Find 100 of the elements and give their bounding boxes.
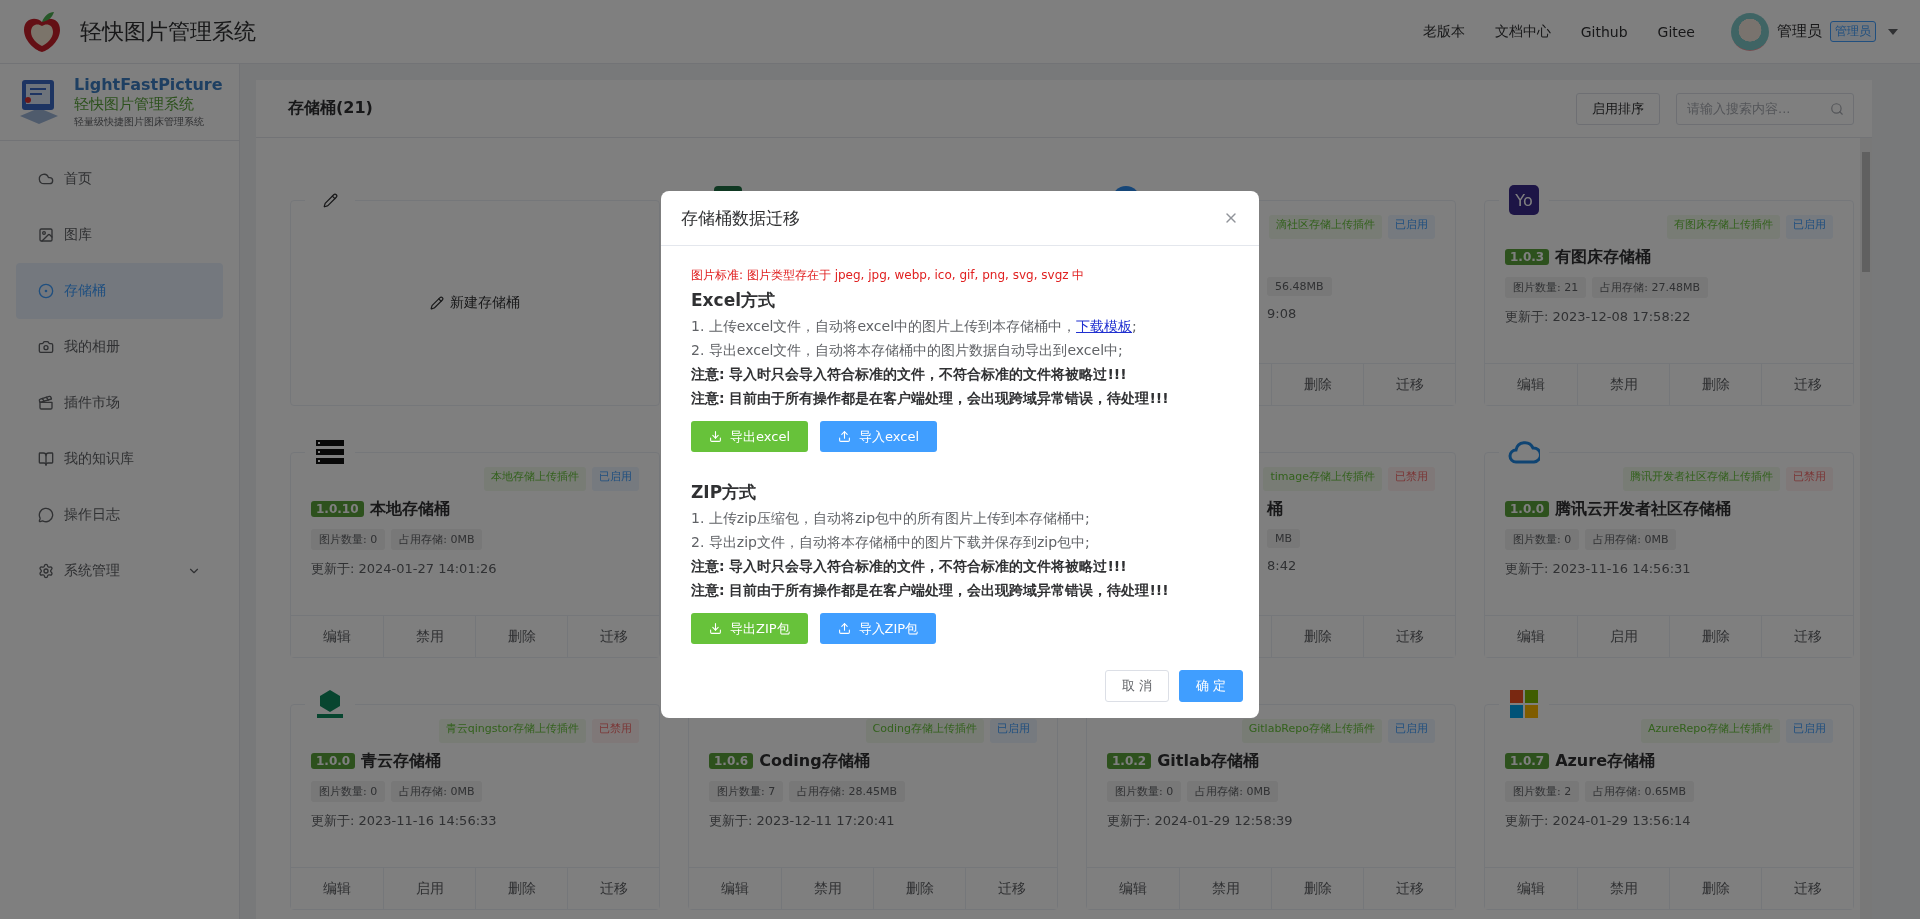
avatar[interactable] [1731,12,1769,51]
bucket-name: Coding存储桶 [759,750,870,772]
plugin-tag: 本地存储上传插件 [484,467,586,491]
bucket-name: Azure存储桶 [1555,750,1655,772]
updated-time: 8:42 [1267,558,1298,573]
pencil-icon [430,296,444,310]
card-logo: Yo [1509,185,1539,215]
plugin-tag: Coding存储上传插件 [865,719,984,743]
export-button[interactable]: 导出excel [691,421,808,452]
header-link[interactable]: Gitee [1657,23,1695,40]
status-tag: 已启用 [1388,719,1435,743]
instruction-text: 2. 导出zip文件，自动将本存储桶中的图片下载并保存到zip包中; [691,533,1091,552]
warning-text: 注意: 目前由于所有操作都是在客户端处理，会出现跨域异常错误，待处理!!! [691,389,1170,408]
sidebar-item[interactable]: 图库 [16,207,223,263]
bucket-name: 桶 [1267,498,1283,520]
server-icon [316,440,344,464]
export-button[interactable]: 导出ZIP包 [691,613,808,644]
hexagon-icon [317,690,343,718]
new-bucket-button[interactable]: 新建存储桶 [424,293,526,313]
pencil-icon [322,192,338,208]
card-action-button[interactable]: 迁移 [1761,616,1853,657]
card-action-button[interactable]: 迁移 [1761,364,1853,405]
header-link[interactable]: 文档中心 [1494,22,1551,41]
bucket-name: 青云存储桶 [361,750,442,772]
status-tag: 已启用 [1786,215,1833,239]
version-badge: 1.0.10 [311,501,364,517]
card-action-button[interactable]: 迁移 [965,868,1057,909]
version-badge: 1.0.0 [1505,501,1550,517]
updated-time: 9:08 [1267,306,1298,321]
sidebar-item[interactable]: 存储桶 [16,263,223,319]
plugin-tag: AzureRepo存储上传插件 [1641,719,1780,743]
sort-button[interactable]: 启用排序 [1576,92,1660,125]
card-action-button[interactable]: 迁移 [567,868,659,909]
plugin-tag: 腾讯开发者社区存储上传插件 [1623,467,1780,491]
confirm-button[interactable]: 确 定 [1179,670,1243,702]
four-squares-icon [1510,690,1538,718]
updated-time: 更新于: 2024-01-29 12:58:39 [1107,812,1294,830]
role-tag: 管理员 [1830,21,1876,42]
apple-logo-icon [22,9,62,54]
plugin-tag: 滴社区存储上传插件 [1269,215,1382,239]
storage-size: 占用存储: 27.48MB [1592,277,1708,298]
menu-icon [38,563,54,579]
instruction-text: 1. 上传excel文件，自动将excel中的图片上传到本存储桶中，下载模板; [691,317,1138,336]
status-tag: 已禁用 [1786,467,1833,491]
upload-icon [837,622,851,635]
cancel-button[interactable]: 取 消 [1105,670,1169,702]
download-icon [709,622,722,635]
caret-icon[interactable] [1888,28,1898,35]
version-badge: 1.0.0 [311,753,356,769]
image-count: 图片数量: 0 [311,781,386,802]
sidebar-item[interactable]: 插件市场 [16,375,223,431]
status-tag: 已禁用 [1388,467,1435,491]
updated-time: 更新于: 2023-12-11 17:20:41 [709,812,896,830]
sidebar-item[interactable]: 操作日志 [16,487,223,543]
plugin-tag: timage存储上传插件 [1263,467,1382,491]
image-count: 图片数量: 7 [709,781,784,802]
sidebar-item[interactable]: 首页 [16,151,223,207]
sidebar-item[interactable]: 我的知识库 [16,431,223,487]
card-action-button[interactable]: 迁移 [1363,868,1455,909]
plugin-tag: 青云qingstor存储上传插件 [438,719,586,743]
section-heading: ZIP方式 [691,481,758,504]
card-action-button[interactable]: 迁移 [1363,616,1455,657]
storage-size: 占用存储: 0MB [1187,781,1279,802]
menu-icon [38,227,54,243]
storage-size: 占用存储: 0MB [1585,529,1677,550]
storage-size: MB [1267,529,1301,548]
version-badge: 1.0.2 [1107,753,1152,769]
card-action-button[interactable]: 迁移 [1363,364,1455,405]
storage-size: 占用存储: 0.65MB [1585,781,1694,802]
status-tag: 已启用 [990,719,1037,743]
menu-icon [38,507,54,523]
bucket-name: 本地存储桶 [369,498,450,520]
menu-icon [38,171,54,187]
brand-subtitle: 轻量级快捷图片图床管理系统 [74,115,205,129]
header-link[interactable]: 老版本 [1422,22,1465,41]
card-action-button[interactable]: 迁移 [567,616,659,657]
storage-size: 占用存储: 0MB [391,781,483,802]
card-action-button[interactable]: 迁移 [1761,868,1853,909]
scrollbar[interactable] [1860,138,1872,919]
version-badge: 1.0.7 [1505,753,1550,769]
updated-time: 更新于: 2023-11-16 14:56:31 [1505,560,1692,578]
status-tag: 已启用 [1786,719,1833,743]
sidebar-item[interactable]: 我的相册 [16,319,223,375]
sidebar-item[interactable]: 系统管理 [16,543,223,599]
version-badge: 1.0.3 [1505,249,1550,265]
status-tag: 已禁用 [592,719,639,743]
dialog-title: 存储桶数据迁移 [681,206,800,230]
import-button[interactable]: 导入ZIP包 [819,613,937,644]
search-icon [1830,101,1844,116]
bucket-name: 腾讯云开发者社区存储桶 [1555,498,1732,520]
storage-size: 占用存储: 28.45MB [789,781,905,802]
page-title: 存储桶(21) [288,98,373,119]
brand-name: LightFastPicture [74,75,223,94]
upload-icon [838,430,851,443]
download-template-link[interactable]: 下载模板 [1076,318,1133,334]
download-icon [709,430,722,443]
bucket-name: Gitlab存储桶 [1157,750,1260,772]
import-button[interactable]: 导入excel [820,421,937,452]
user-name: 管理员 [1777,22,1822,41]
header-link[interactable]: Github [1580,23,1628,40]
